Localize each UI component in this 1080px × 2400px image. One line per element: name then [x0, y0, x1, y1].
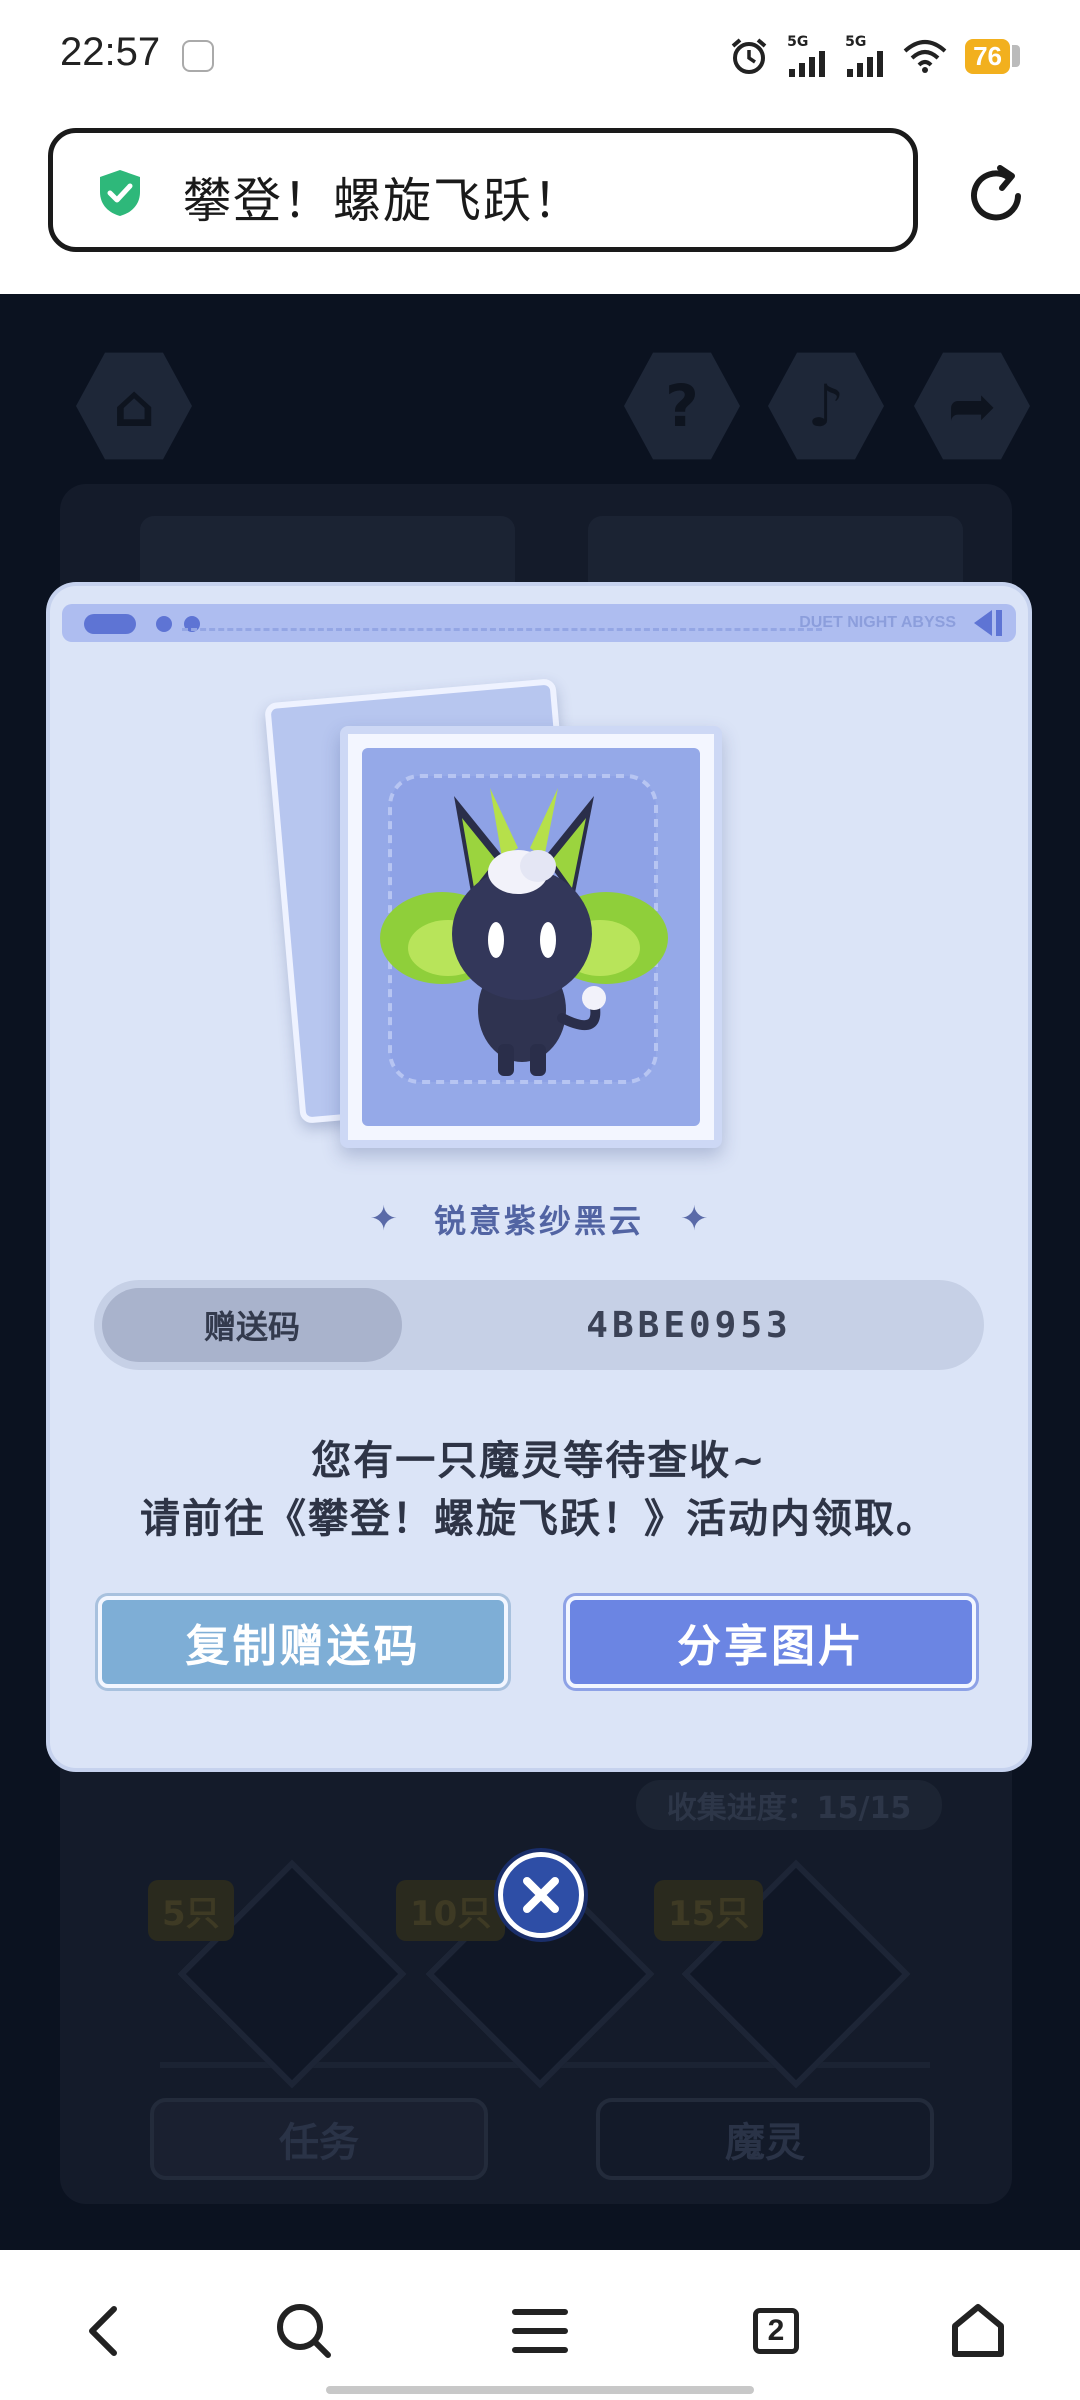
- notification-icon: [182, 40, 214, 72]
- collapse-icon: [974, 610, 992, 636]
- battery-icon: 76: [965, 38, 1020, 74]
- milestone-tag: 10只: [396, 1880, 506, 1941]
- search-icon: [277, 2304, 331, 2358]
- close-icon: [523, 1877, 559, 1913]
- message-line-2: 请前往《攀登！螺旋飞跃！》活动内领取。: [140, 1496, 938, 1542]
- address-bar[interactable]: 攀登！螺旋飞跃！: [48, 128, 918, 252]
- share-hex-icon[interactable]: ➦: [914, 352, 1030, 460]
- sparkle-icon: ✦: [369, 1199, 398, 1239]
- gift-modal: DUET NIGHT ABYSS ✦ 锐意紫纱黑云 ✦ 赠送码 4BBE0953…: [50, 586, 1028, 1768]
- status-icons: 5G 5G 76: [729, 32, 1020, 80]
- spirits-button[interactable]: 魔灵: [596, 2098, 934, 2180]
- music-hex-icon[interactable]: ♪: [768, 352, 884, 460]
- tasks-label: 任务: [279, 2120, 359, 2166]
- milestone-tag: 15只: [654, 1880, 764, 1941]
- wifi-icon: [903, 40, 947, 73]
- home-button[interactable]: [942, 2295, 1014, 2367]
- milestone-tag: 5只: [148, 1880, 234, 1941]
- page-title: 攀登！螺旋飞跃！: [183, 173, 584, 229]
- close-modal-button[interactable]: [498, 1852, 584, 1938]
- back-arrow-icon: [89, 2306, 117, 2356]
- status-time: 22:57: [60, 30, 161, 74]
- signal-icon: [847, 51, 884, 77]
- spirit-name-row: ✦ 锐意紫纱黑云 ✦: [50, 1196, 1028, 1242]
- sparkle-icon: ✦: [680, 1199, 709, 1239]
- gift-code-row: 赠送码 4BBE0953: [94, 1280, 984, 1370]
- search-button[interactable]: [268, 2295, 340, 2367]
- copy-code-button[interactable]: 复制赠送码: [98, 1596, 508, 1688]
- signal-icon: [789, 51, 826, 77]
- spirit-card: [340, 726, 722, 1148]
- brand-text: DUET NIGHT ABYSS: [799, 614, 956, 631]
- modal-header: DUET NIGHT ABYSS: [62, 604, 1016, 642]
- back-button[interactable]: [66, 2295, 138, 2367]
- signal-1: 5G: [787, 35, 827, 77]
- collection-progress: 收集进度：15/15: [636, 1780, 942, 1830]
- signal-2: 5G: [845, 35, 885, 77]
- network-label-2: 5G: [845, 34, 867, 50]
- message-line-1: 您有一只魔灵等待查收~: [311, 1438, 767, 1484]
- battery-level: 76: [965, 38, 1010, 74]
- alarm-icon: [731, 38, 767, 74]
- spirit-name: 锐意紫纱黑云: [433, 1202, 644, 1240]
- secure-shield-icon: [100, 170, 140, 216]
- spirit-illustration-icon: [380, 774, 668, 1084]
- spirits-label: 魔灵: [725, 2120, 805, 2166]
- help-hex-icon[interactable]: ?: [624, 352, 740, 460]
- home-hex-icon[interactable]: ⌂: [76, 352, 192, 460]
- gift-code-value[interactable]: 4BBE0953: [414, 1280, 964, 1370]
- tab-count: 2: [753, 2308, 799, 2354]
- gift-code-label: 赠送码: [102, 1288, 402, 1362]
- home-icon: [952, 2304, 1004, 2357]
- reload-icon[interactable]: [960, 160, 1032, 232]
- share-image-button[interactable]: 分享图片: [566, 1596, 976, 1688]
- tabs-button[interactable]: 2: [740, 2295, 812, 2367]
- network-label-1: 5G: [787, 34, 809, 50]
- menu-button[interactable]: [504, 2295, 576, 2367]
- menu-icon: [512, 2309, 568, 2353]
- tasks-button[interactable]: 任务: [150, 2098, 488, 2180]
- status-bar: 22:57 5G 5G 76: [0, 0, 1080, 112]
- gesture-bar: [326, 2386, 754, 2394]
